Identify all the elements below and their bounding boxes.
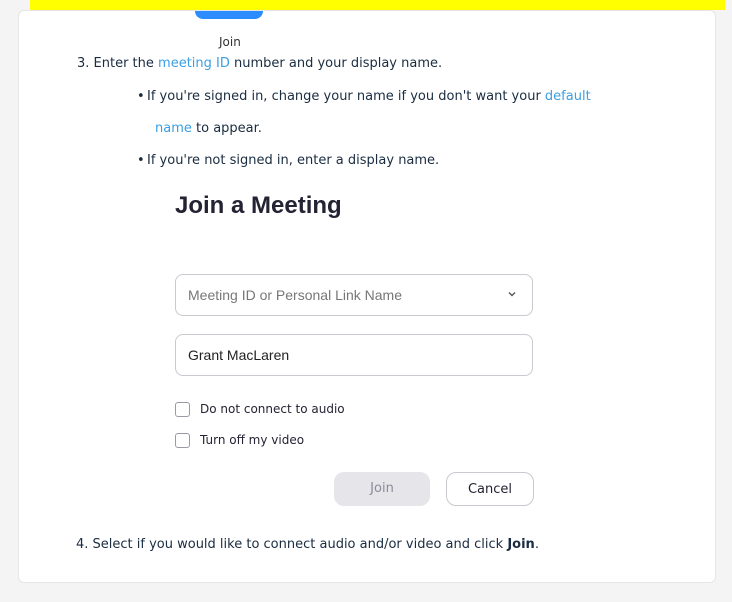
video-checkbox-label: Turn off my video — [200, 433, 305, 447]
cancel-button[interactable]: Cancel — [446, 472, 534, 506]
checkbox-row-video[interactable]: Turn off my video — [175, 433, 304, 448]
bullet-signed-in-continued: name to appear. — [155, 121, 262, 136]
join-button-illustration — [195, 11, 263, 19]
bullet-dot: • — [137, 89, 145, 104]
meeting-id-placeholder: Meeting ID or Personal Link Name — [188, 287, 402, 303]
step-4-suffix: . — [534, 537, 539, 552]
default-name-link[interactable]: default — [545, 89, 591, 104]
audio-checkbox-label: Do not connect to audio — [200, 402, 345, 416]
meeting-id-input[interactable]: Meeting ID or Personal Link Name — [175, 274, 533, 316]
checkbox-row-audio[interactable]: Do not connect to audio — [175, 402, 345, 417]
display-name-value: Grant MacLaren — [188, 347, 290, 363]
step-3: 3. Enter the meeting ID number and your … — [77, 56, 442, 71]
bullet-signed-in: • If you're signed in, change your name i… — [137, 89, 591, 104]
join-caption: Join — [219, 35, 241, 49]
step-4-bold: Join — [507, 537, 535, 552]
step-4: 4. Select if you would like to connect a… — [76, 537, 539, 552]
audio-checkbox[interactable] — [175, 402, 190, 417]
bullet-not-signed-in: • If you're not signed in, enter a displa… — [137, 153, 439, 168]
dialog-title: Join a Meeting — [175, 192, 342, 219]
highlight-bar — [30, 0, 725, 10]
default-name-link-continued[interactable]: name — [155, 121, 192, 136]
step-4-prefix: 4. Select if you would like to connect a… — [76, 537, 508, 552]
step-3-suffix: number and your display name. — [229, 56, 443, 71]
video-checkbox[interactable] — [175, 433, 190, 448]
bullet-dot: • — [137, 153, 145, 168]
meeting-id-link[interactable]: meeting ID — [158, 56, 230, 71]
bullet-1-suffix: to appear. — [191, 121, 262, 136]
chevron-down-icon[interactable] — [508, 290, 516, 298]
bullet-2-text: If you're not signed in, enter a display… — [147, 153, 440, 168]
bullet-1-prefix: If you're signed in, change your name if… — [147, 89, 545, 104]
step-3-prefix: 3. Enter the — [77, 56, 159, 71]
join-button[interactable]: Join — [334, 472, 430, 506]
display-name-input[interactable]: Grant MacLaren — [175, 334, 533, 376]
